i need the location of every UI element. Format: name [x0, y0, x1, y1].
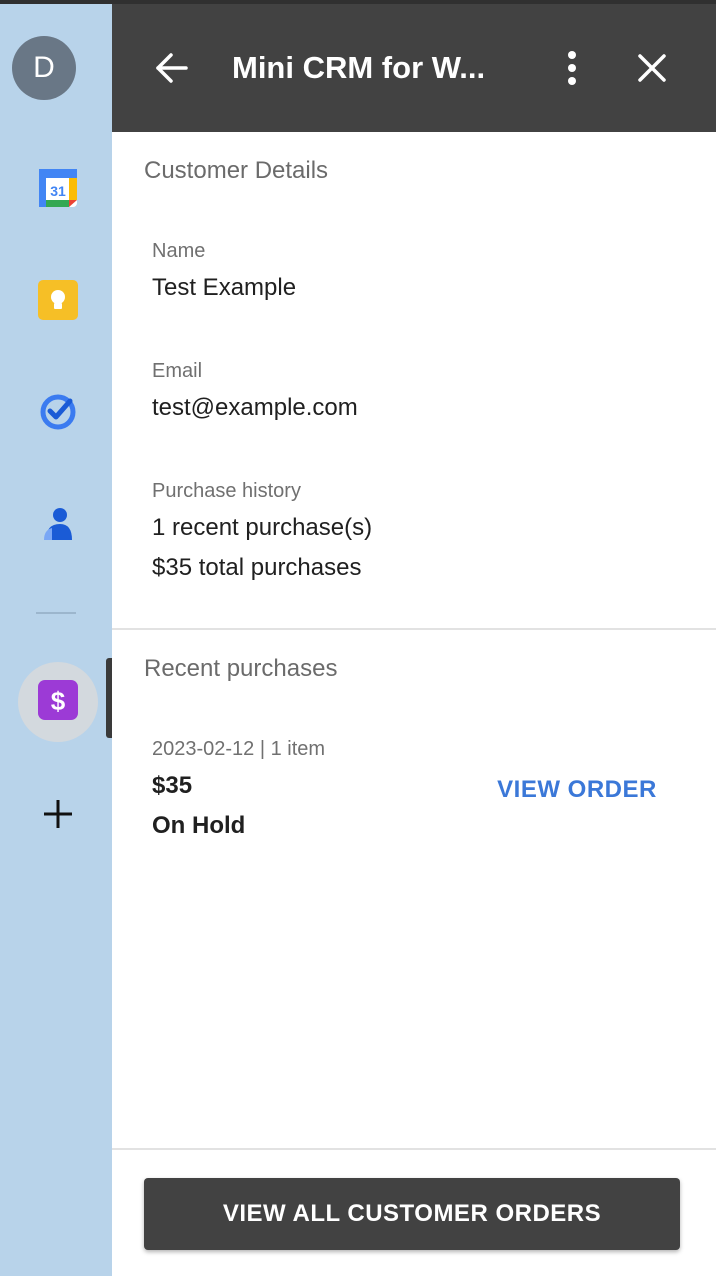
keep-icon[interactable] — [36, 278, 80, 322]
crm-dollar-icon[interactable]: $ — [38, 680, 78, 720]
order-status: On Hold — [152, 812, 246, 839]
contacts-icon[interactable] — [36, 502, 80, 546]
panel-title: Mini CRM for W... — [232, 50, 486, 85]
section-divider — [112, 628, 716, 630]
more-options-button[interactable] — [544, 40, 600, 96]
total-purchases: $35 total purchases — [152, 554, 362, 581]
footer-divider — [112, 1148, 716, 1150]
close-button[interactable] — [624, 40, 680, 96]
order-meta: 2023-02-12 | 1 item — [152, 738, 326, 760]
purchase-history-label: Purchase history — [152, 480, 301, 502]
svg-text:$: $ — [51, 686, 66, 716]
add-icon[interactable] — [40, 796, 76, 832]
name-label: Name — [152, 240, 206, 262]
customer-details-heading: Customer Details — [144, 157, 329, 184]
rail-divider — [36, 612, 76, 614]
calendar-icon[interactable]: 31 — [36, 166, 80, 210]
view-order-button[interactable]: VIEW ORDER — [482, 770, 672, 810]
view-all-orders-button[interactable]: VIEW ALL CUSTOMER ORDERS — [144, 1178, 680, 1250]
side-app-rail: D 31 $ — [0, 4, 112, 1276]
recent-purchases-heading: Recent purchases — [144, 655, 338, 682]
recent-purchase-count: 1 recent purchase(s) — [152, 514, 373, 541]
more-vert-icon — [568, 51, 576, 85]
svg-text:31: 31 — [50, 183, 66, 199]
back-button[interactable] — [144, 40, 200, 96]
email-label: Email — [152, 360, 203, 382]
email-value: test@example.com — [152, 394, 358, 421]
tasks-icon[interactable] — [36, 390, 80, 434]
name-value: Test Example — [152, 274, 297, 301]
order-amount: $35 — [152, 772, 193, 799]
close-icon — [638, 54, 666, 82]
account-avatar[interactable]: D — [12, 36, 76, 100]
arrow-left-icon — [156, 53, 188, 83]
panel-header: Mini CRM for W... — [112, 4, 716, 132]
addon-panel: Mini CRM for W... Customer Details Name … — [112, 4, 716, 1276]
